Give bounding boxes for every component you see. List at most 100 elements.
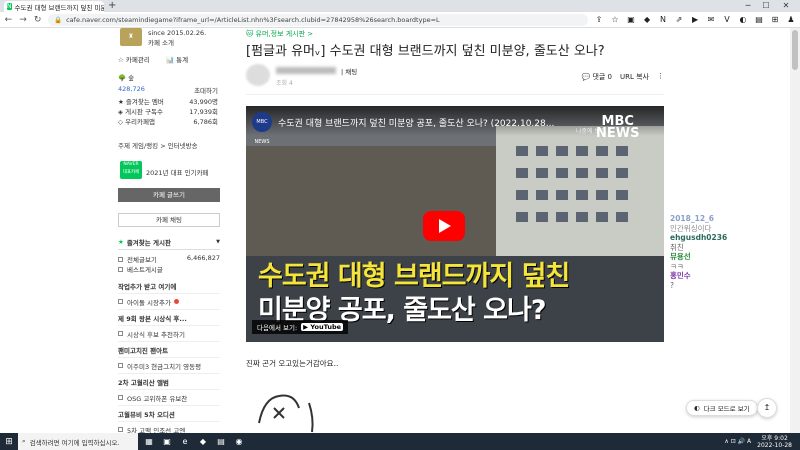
maximize-button[interactable]: ☐ — [758, 0, 774, 12]
system-tray: ∧ ⊡ 🔊 A 오후 9:02 2022-10-28 — [724, 435, 800, 449]
chat-line: 뮤용선 — [670, 252, 691, 261]
extension-icon[interactable]: N — [658, 15, 668, 24]
extension-icon[interactable]: ⇗ — [674, 15, 684, 24]
bookmark-star-icon[interactable]: ☆ — [610, 15, 620, 24]
extension-icon[interactable]: ◐ — [738, 15, 748, 24]
fav-board-title: 즐겨찾는 게시판 — [126, 238, 171, 247]
windows-start-icon[interactable]: ⊞ — [0, 437, 18, 447]
list-item[interactable]: 전체글보기 6,466,827 — [118, 254, 220, 264]
close-window-button[interactable]: ✕ — [778, 0, 794, 12]
more-icon[interactable]: ⋮ — [657, 72, 664, 82]
scrollbar-thumb[interactable] — [792, 30, 798, 70]
naver-badge-icon: NAVER 대표카페 — [120, 161, 142, 179]
tray-icons[interactable]: ∧ ⊡ 🔊 A — [724, 438, 751, 445]
board-icon — [118, 363, 123, 368]
url-copy-button[interactable]: URL 복사 — [620, 72, 649, 82]
extension-icon[interactable]: ▶ — [690, 15, 700, 24]
scrollbar[interactable] — [790, 28, 800, 433]
sidebar-board-item[interactable]: 팬미고치진 팬아트 — [118, 342, 220, 358]
app-icon[interactable]: ◆ — [196, 437, 210, 446]
board-icon — [118, 267, 123, 272]
app-icon[interactable]: ▣ — [160, 437, 174, 446]
sidebar-board-item[interactable]: 고월뮤비 5차 오디션 — [118, 406, 220, 422]
divider — [246, 94, 664, 95]
sidebar-board-item[interactable]: 작업추가 받고 여기에 — [118, 278, 220, 294]
channel-avatar[interactable]: MBC NEWS — [252, 112, 272, 145]
extension-icon[interactable]: ✉ — [706, 15, 716, 24]
cafe-level-label: 숲 — [128, 74, 135, 82]
extensions-area: ⇪ ☆ ▣ ◆ N ⇗ ▶ ✉ V ◐ ▤ ⊞ ♟ — [594, 15, 796, 24]
sidebar-board-item[interactable]: 제 9회 왕본 시상식 후... — [118, 310, 220, 326]
comments-link[interactable]: 💬 댓글 0 — [582, 72, 613, 82]
sidebar-board-item[interactable]: 2차 고월리산 앨범 — [118, 374, 220, 390]
extension-icon[interactable]: ⊞ — [770, 15, 780, 24]
scroll-top-button[interactable]: ↥ — [757, 398, 777, 418]
sidebar-board-item[interactable]: 시상식 후보 추천하기 — [118, 326, 220, 342]
stat-row: ◇ 우리카페앱 6,786회 — [118, 116, 218, 126]
forward-icon[interactable]: → — [19, 15, 28, 25]
sidebar-board-item[interactable]: 이주미3 현금그치기 영동평 — [118, 358, 220, 374]
clock[interactable]: 오후 9:02 2022-10-28 — [757, 435, 792, 449]
video-title[interactable]: 수도권 대형 브랜드까지 덮친 미분양 공포, 줄도산 오나? (2022.10… — [278, 116, 554, 129]
chat-line: 홍민수 — [670, 271, 691, 280]
new-tab-button[interactable]: + — [108, 0, 116, 11]
watch-on-youtube-button[interactable]: 다음에서 보기: ▶ YouTube — [252, 320, 349, 334]
extension-icon[interactable]: V — [722, 15, 732, 24]
board-icon — [118, 257, 123, 262]
write-post-button[interactable]: 카페 글쓰기 — [118, 188, 220, 202]
reload-icon[interactable]: ↻ — [33, 15, 42, 25]
moon-icon: ◐ — [694, 404, 700, 412]
minimize-button[interactable]: ─ — [740, 0, 756, 12]
chat-line: 인간위싱이다 — [670, 223, 712, 233]
youtube-embed[interactable]: MBC NEWS 수도권 대형 브랜드까지 덮친 미분양 공포, 줄도산 오나?… — [246, 106, 664, 342]
browser-tab[interactable]: N 수도권 대형 브랜드까지 덮친 미분 × — [4, 1, 104, 12]
file-explorer-icon[interactable]: ▤ — [214, 437, 228, 446]
sidebar-board-item[interactable]: 5차 고맥 인조선 고엔 — [118, 422, 220, 433]
avatar[interactable] — [246, 64, 270, 86]
cafe-intro-link[interactable]: 카페 소개 — [148, 37, 174, 47]
extension-icon[interactable]: ◆ — [642, 15, 652, 24]
cafe-manage-link[interactable]: ☆ 카페관리 — [118, 54, 150, 64]
triangle-down-icon[interactable]: ▼ — [216, 239, 220, 245]
task-view-icon[interactable]: ▦ — [142, 437, 156, 446]
cafe-level: 🌳 숲 — [118, 74, 135, 82]
badge-top: NAVER — [123, 162, 139, 167]
board-icon — [118, 299, 123, 304]
cafe-stats-list: ★ 즐겨찾는 멤버 43,990명 ◈ 게시판 구독수 17,939회 ◇ 우리카페… — [118, 96, 218, 126]
extension-icon[interactable]: ⇪ — [594, 15, 604, 24]
dark-mode-button[interactable]: ◐ 다크 모드로 보기 — [686, 400, 758, 416]
taskbar-search-input[interactable]: ⌕ 검색하려면 여기에 입력하십시오. — [18, 433, 138, 450]
edge-icon[interactable]: e — [178, 437, 192, 446]
chrome-icon[interactable]: ◉ — [232, 437, 246, 446]
invite-link[interactable]: 초대하기 — [194, 85, 218, 95]
video-scene — [496, 126, 664, 256]
member-count[interactable]: 428,726 — [118, 85, 145, 95]
tab-title: 수도권 대형 브랜드까지 덮친 미분 — [14, 3, 105, 12]
extension-icon[interactable]: ▤ — [754, 15, 764, 24]
back-icon[interactable]: ← — [4, 15, 13, 25]
board-label: 제 9회 왕본 시상식 후... — [118, 314, 187, 323]
dark-mode-label: 다크 모드로 보기 — [703, 405, 750, 413]
cafe-stats-link[interactable]: 📊 통계 — [166, 54, 188, 64]
profile-icon[interactable]: ♟ — [786, 15, 796, 24]
sketch-image — [258, 394, 314, 433]
author-name[interactable] — [276, 67, 336, 74]
stat-label: ★ 즐겨찾는 멤버 — [118, 98, 164, 106]
board-label: 팬미고치진 팬아트 — [118, 346, 169, 355]
extension-icon[interactable]: ▣ — [626, 15, 636, 24]
fav-board-header[interactable]: ★ 즐겨찾는 게시판 ▼ — [118, 234, 220, 250]
play-button-icon[interactable] — [423, 211, 465, 241]
sidebar-board-item[interactable]: OSG 고위하폰 유보찬 — [118, 390, 220, 406]
sidebar-board-item[interactable]: 아이돌 시장추가 — [118, 294, 220, 310]
board-label: 고월뮤비 5차 오디션 — [118, 410, 175, 419]
cafe-logo[interactable]: ♜ — [120, 28, 142, 46]
chat-line: ehgusdh0236 — [670, 233, 728, 242]
board-label: 5차 고맥 인조선 고엔 — [127, 426, 186, 434]
address-bar[interactable]: 🔒 cafe.naver.com/steamindiegame?iframe_u… — [48, 13, 589, 26]
board-category-link[interactable]: 🐱 유머,정보 게시판 > — [246, 29, 313, 39]
author-chat-link[interactable]: | 채팅 — [341, 66, 357, 76]
cafe-chat-button[interactable]: 카페 채팅 — [118, 213, 220, 227]
board-label: 2차 고월리산 앨범 — [118, 378, 169, 387]
board-menu: 작업추가 받고 여기에 아이돌 시장추가제 9회 왕본 시상식 후... 시상식 후… — [118, 278, 220, 433]
list-item[interactable]: 베스트게시글 — [118, 264, 220, 274]
